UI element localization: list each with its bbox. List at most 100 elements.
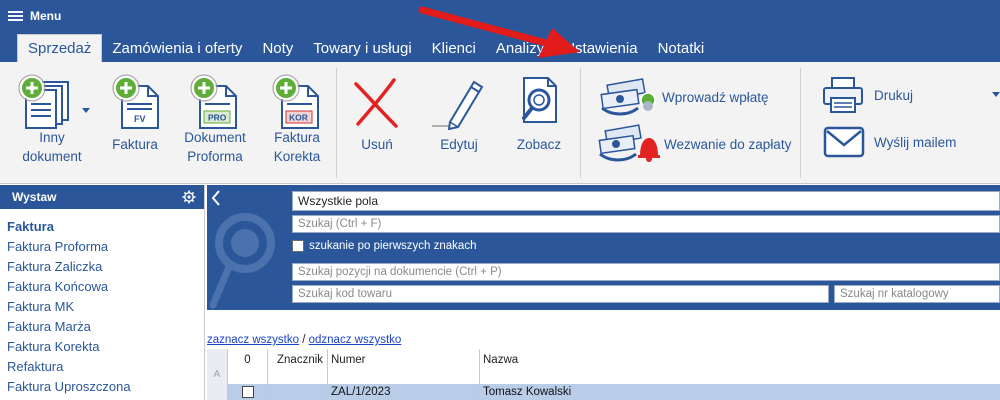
- first-chars-label: szukanie po pierwszych znakach: [309, 240, 477, 252]
- menu-label: Menu: [30, 9, 62, 23]
- ribbon-separator: [800, 68, 801, 178]
- title-bar: Menu Sprzedaż Zamówienia i oferty Noty T…: [0, 0, 1000, 62]
- tab-noty[interactable]: Noty: [252, 34, 303, 62]
- group-side-column[interactable]: A: [207, 349, 228, 400]
- printer-icon: [823, 77, 863, 113]
- issue-item-faktura-uproszczona[interactable]: Faktura Uproszczona: [0, 377, 204, 397]
- money-stack-icon: [600, 78, 656, 116]
- documents-table: A 0 Znacznik Numer Nazwa ZAL/1/2023 Toma…: [207, 349, 1000, 400]
- invoice-document-icon: FV: [112, 74, 159, 129]
- invoice-label: Faktura: [112, 137, 158, 152]
- other-document-button[interactable]: Inny dokument: [8, 62, 96, 172]
- table-row[interactable]: ZAL/1/2023 Tomasz Kowalski: [228, 384, 1000, 400]
- payment-reminder-label: Wezwanie do zapłaty: [664, 136, 792, 152]
- issue-panel: Wystaw Faktura Faktura Proforma Faktura …: [0, 185, 205, 400]
- issue-item-faktura-proforma[interactable]: Faktura Proforma: [0, 237, 204, 257]
- other-document-label: Inny dokument: [22, 128, 81, 166]
- search-scope-select[interactable]: Wszystkie pola: [292, 191, 1000, 211]
- row-marker-cell: [268, 384, 328, 400]
- select-all-link[interactable]: zaznacz wszystko: [207, 334, 299, 346]
- ribbon-separator: [580, 68, 581, 178]
- edit-button[interactable]: Edytuj: [424, 62, 494, 172]
- first-chars-option[interactable]: szukanie po pierwszych znakach: [292, 240, 476, 252]
- proforma-document-icon: PRO: [190, 74, 237, 129]
- correction-document-icon: KOR: [272, 74, 319, 129]
- proforma-button[interactable]: PRO Dokument Proforma: [178, 62, 252, 172]
- proforma-pro-badge: PRO: [208, 113, 227, 123]
- hamburger-icon: [8, 10, 23, 22]
- catalog-number-search-input[interactable]: [834, 285, 1000, 303]
- pencil-icon: [432, 80, 484, 130]
- table-header: 0 Znacznik Numer Nazwa: [228, 349, 1000, 384]
- document-stack-icon: [18, 74, 69, 129]
- issue-item-faktura-mk[interactable]: Faktura MK: [0, 297, 204, 317]
- proforma-line2: Proforma: [187, 149, 243, 164]
- tab-towary[interactable]: Towary i usługi: [303, 34, 421, 62]
- row-name-cell: Tomasz Kowalski: [483, 386, 572, 398]
- issue-item-faktura-korekta[interactable]: Faktura Korekta: [0, 337, 204, 357]
- issue-item-faktura-marza[interactable]: Faktura Marża: [0, 317, 204, 337]
- correction-invoice-button[interactable]: KOR Faktura Korekta: [264, 62, 330, 172]
- enter-payment-label: Wprowadź wpłatę: [662, 89, 769, 105]
- enter-payment-button[interactable]: Wprowadź wpłatę: [598, 78, 769, 116]
- money-bell-icon: [598, 124, 660, 162]
- correction-line1: Faktura: [274, 130, 320, 145]
- proforma-label: Dokument Proforma: [184, 128, 246, 166]
- issue-panel-header: Wystaw: [0, 185, 204, 209]
- invoice-fv-badge: FV: [134, 114, 146, 124]
- edit-label: Edytuj: [440, 137, 478, 152]
- tab-notatki[interactable]: Notatki: [648, 34, 715, 62]
- print-label: Drukuj: [874, 87, 914, 103]
- view-button[interactable]: Zobacz: [506, 62, 572, 172]
- main-tabs: Sprzedaż Zamówienia i oferty Noty Towary…: [17, 34, 714, 62]
- print-button[interactable]: Drukuj: [820, 76, 913, 114]
- send-email-label: Wyślij mailem: [874, 134, 957, 150]
- tab-klienci[interactable]: Klienci: [422, 34, 486, 62]
- column-header-number[interactable]: Numer: [328, 349, 480, 384]
- correction-kor-badge: KOR: [289, 113, 308, 123]
- search-panel: Wszystkie pola szukanie po pierwszych zn…: [207, 185, 1000, 310]
- ribbon-toolbar: Inny dokument FV Faktura PRO Dokument Pr…: [0, 62, 1000, 184]
- tab-ustawienia[interactable]: Ustawienia: [554, 34, 647, 62]
- proforma-line1: Dokument: [184, 130, 246, 145]
- issue-list: Faktura Faktura Proforma Faktura Zaliczk…: [0, 209, 204, 397]
- view-label: Zobacz: [516, 137, 562, 152]
- product-code-search-input[interactable]: [292, 285, 829, 303]
- issue-item-faktura-koncowa[interactable]: Faktura Końcowa: [0, 277, 204, 297]
- deselect-all-link[interactable]: odznacz wszystko: [309, 334, 402, 346]
- column-header-select[interactable]: 0: [228, 349, 268, 384]
- row-select-cell: [228, 384, 268, 400]
- row-checkbox[interactable]: [241, 386, 254, 398]
- row-number-cell: ZAL/1/2023: [328, 384, 480, 400]
- tab-zamowienia[interactable]: Zamówienia i oferty: [102, 34, 252, 62]
- search-magnifier-icon: [209, 213, 275, 309]
- issue-item-faktura-zaliczka[interactable]: Faktura Zaliczka: [0, 257, 204, 277]
- gear-icon[interactable]: [182, 190, 196, 204]
- chevron-down-icon[interactable]: [82, 108, 90, 114]
- tab-analizy[interactable]: Analizy: [486, 34, 554, 62]
- issue-item-refaktura[interactable]: Refaktura: [0, 357, 204, 377]
- issue-item-faktura[interactable]: Faktura: [0, 217, 204, 237]
- column-header-name[interactable]: Nazwa: [480, 349, 1000, 384]
- position-search-input[interactable]: [292, 263, 1000, 281]
- column-header-marker[interactable]: Znacznik: [268, 349, 328, 384]
- tab-sprzedaz[interactable]: Sprzedaż: [17, 34, 103, 62]
- view-document-magnifier-icon: [522, 77, 557, 123]
- delete-button[interactable]: Usuń: [346, 62, 408, 172]
- envelope-icon: [823, 126, 865, 158]
- issue-panel-title: Wystaw: [12, 190, 57, 204]
- delete-x-icon: [354, 78, 398, 128]
- correction-line2: Korekta: [273, 149, 321, 164]
- send-email-button[interactable]: Wyślij mailem: [822, 124, 956, 160]
- correction-invoice-label: Faktura Korekta: [274, 128, 321, 166]
- other-document-line1: Inny: [39, 130, 65, 145]
- first-chars-checkbox[interactable]: [292, 240, 304, 252]
- ribbon-more-chevron-icon[interactable]: [992, 92, 1000, 98]
- menu-button[interactable]: Menu: [8, 6, 61, 26]
- payment-reminder-button[interactable]: Wezwanie do zapłaty: [598, 124, 791, 164]
- links-separator: /: [299, 334, 309, 346]
- search-input[interactable]: [292, 215, 1000, 233]
- selection-links: zaznacz wszystko / odznacz wszystko: [207, 334, 401, 346]
- other-document-line2: dokument: [22, 149, 82, 164]
- invoice-button[interactable]: FV Faktura: [104, 62, 166, 172]
